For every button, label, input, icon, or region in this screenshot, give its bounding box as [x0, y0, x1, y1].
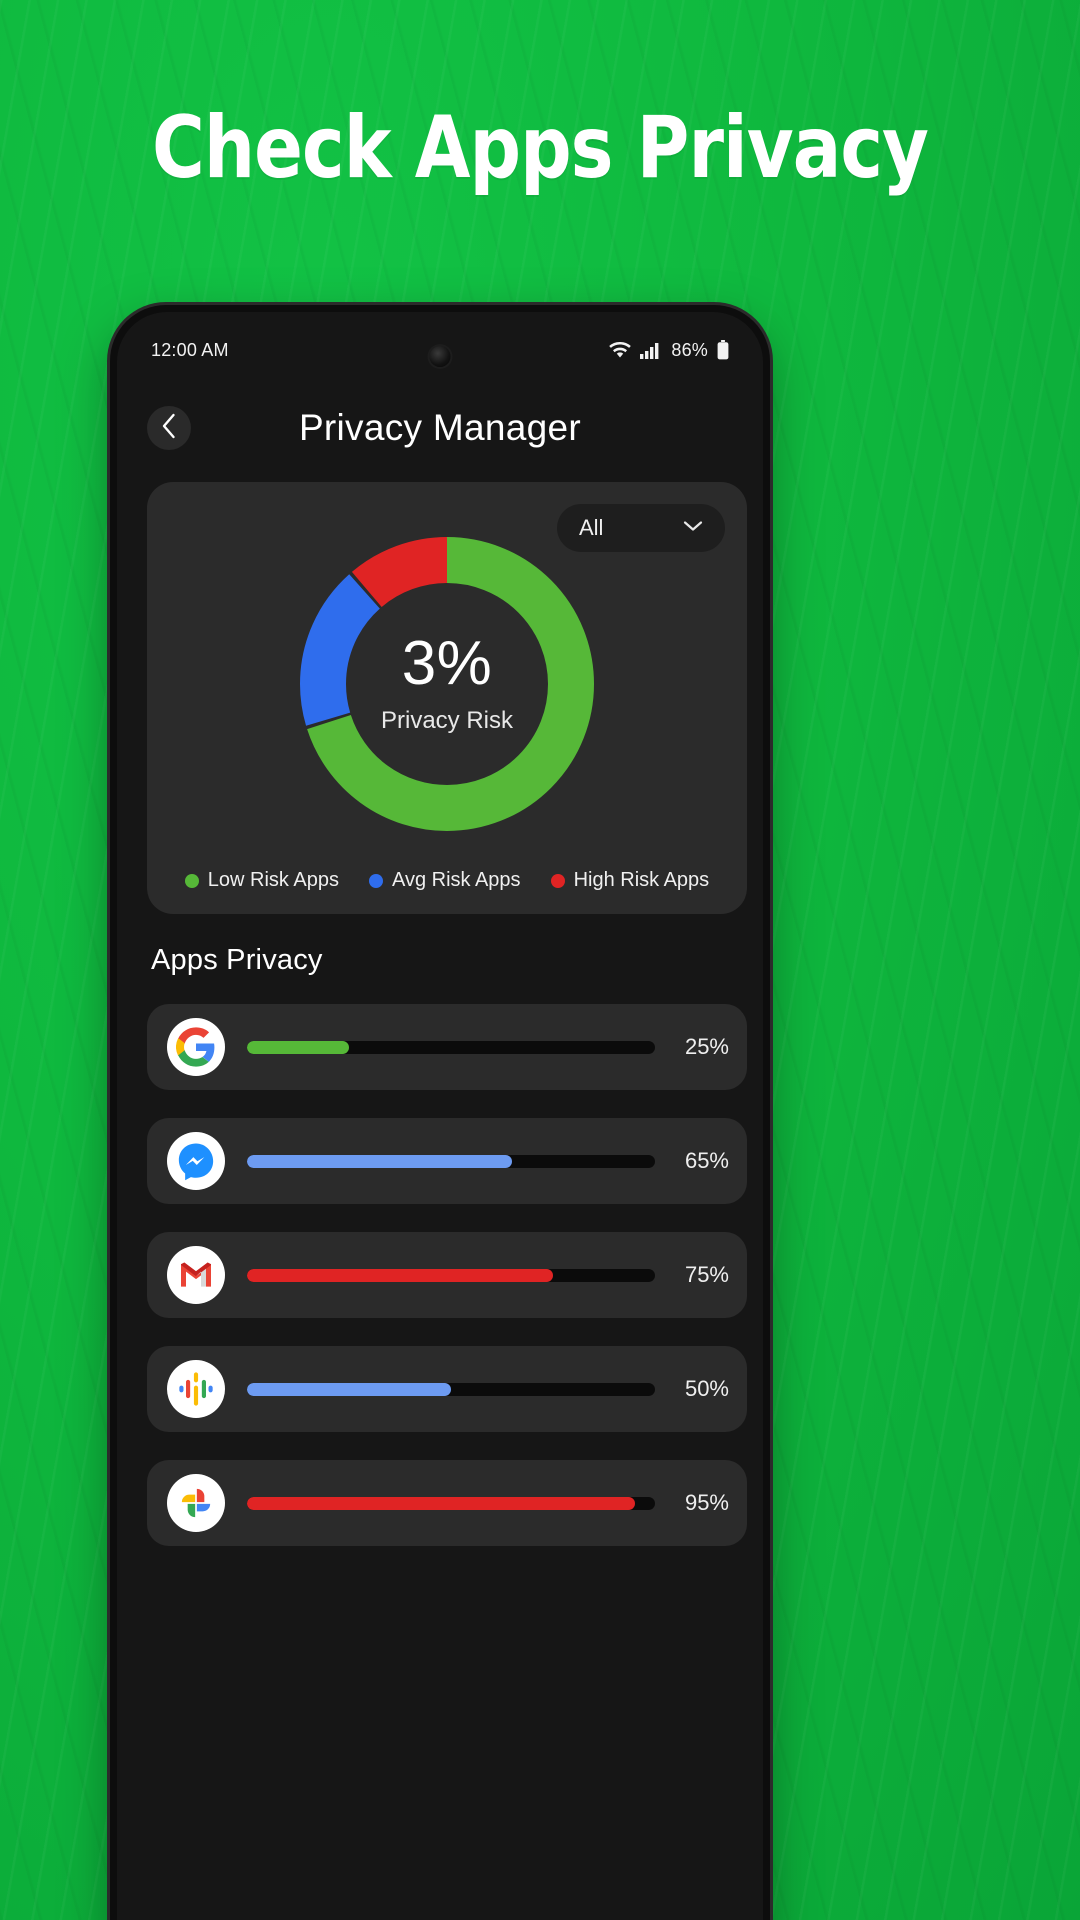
gmail-icon — [167, 1246, 225, 1304]
legend-label: High Risk Apps — [573, 869, 710, 891]
legend-item: Low Risk Apps — [184, 869, 339, 892]
wifi-icon — [609, 341, 632, 359]
list-item[interactable]: 75% — [147, 1232, 747, 1318]
privacy-progress-fill — [247, 1268, 553, 1282]
apps-privacy-heading: Apps Privacy — [151, 944, 323, 976]
privacy-progress-fill — [247, 1496, 635, 1510]
messenger-icon — [167, 1132, 225, 1190]
privacy-percent-label: 65% — [684, 1148, 729, 1173]
privacy-progress-track[interactable] — [247, 1382, 655, 1396]
chart-legend: Low Risk Apps Avg Risk Apps High Risk Ap… — [147, 869, 747, 892]
legend-dot-high-risk — [550, 873, 565, 888]
google-icon — [167, 1018, 225, 1076]
legend-label: Low Risk Apps — [207, 869, 339, 891]
app-header: Privacy Manager — [117, 388, 763, 468]
chevron-down-icon — [683, 519, 703, 537]
privacy-percent-label: 75% — [684, 1262, 729, 1287]
back-button[interactable] — [147, 406, 191, 450]
promo-title: Check Apps Privacy — [151, 98, 929, 198]
legend-item: High Risk Apps — [550, 869, 710, 892]
page-title: Privacy Manager — [298, 407, 582, 448]
privacy-progress-track[interactable] — [247, 1154, 655, 1168]
list-item[interactable]: 25% — [147, 1004, 747, 1090]
list-item[interactable]: 95% — [147, 1460, 747, 1546]
list-item[interactable]: 50% — [147, 1346, 747, 1432]
privacy-progress-track[interactable] — [247, 1496, 655, 1510]
privacy-progress-track[interactable] — [247, 1268, 655, 1282]
google-podcasts-icon — [167, 1360, 225, 1418]
privacy-progress-fill — [247, 1154, 513, 1168]
legend-dot-avg-risk — [368, 873, 383, 888]
privacy-progress-fill — [247, 1040, 349, 1054]
phone-mockup: 12:00 AM 86% Privacy Manager All 3% Priv… — [110, 305, 770, 1920]
google-photos-icon — [167, 1474, 225, 1532]
status-time: 12:00 AM — [151, 339, 229, 360]
signal-bars-icon — [640, 342, 662, 359]
privacy-risk-donut-chart: 3% Privacy Risk — [291, 528, 603, 840]
privacy-percent-label: 25% — [684, 1034, 729, 1059]
battery-percent: 86% — [671, 339, 708, 360]
legend-item: Avg Risk Apps — [368, 869, 521, 892]
legend-label: Avg Risk Apps — [391, 869, 521, 891]
apps-privacy-list: 25% 65% 75% 50% 95% — [147, 1004, 747, 1574]
privacy-percent-label: 50% — [684, 1376, 729, 1401]
front-camera-icon — [429, 346, 451, 367]
privacy-progress-fill — [247, 1382, 451, 1396]
list-item[interactable]: 65% — [147, 1118, 747, 1204]
privacy-progress-track[interactable] — [247, 1040, 655, 1054]
privacy-risk-card: All 3% Privacy Risk Low Risk Apps Avg Ri… — [147, 482, 747, 914]
legend-dot-low-risk — [184, 873, 199, 888]
battery-icon — [717, 340, 729, 360]
privacy-percent-label: 95% — [684, 1490, 729, 1515]
phone-screen: 12:00 AM 86% Privacy Manager All 3% Priv… — [117, 312, 763, 1920]
chevron-left-icon — [161, 413, 177, 444]
